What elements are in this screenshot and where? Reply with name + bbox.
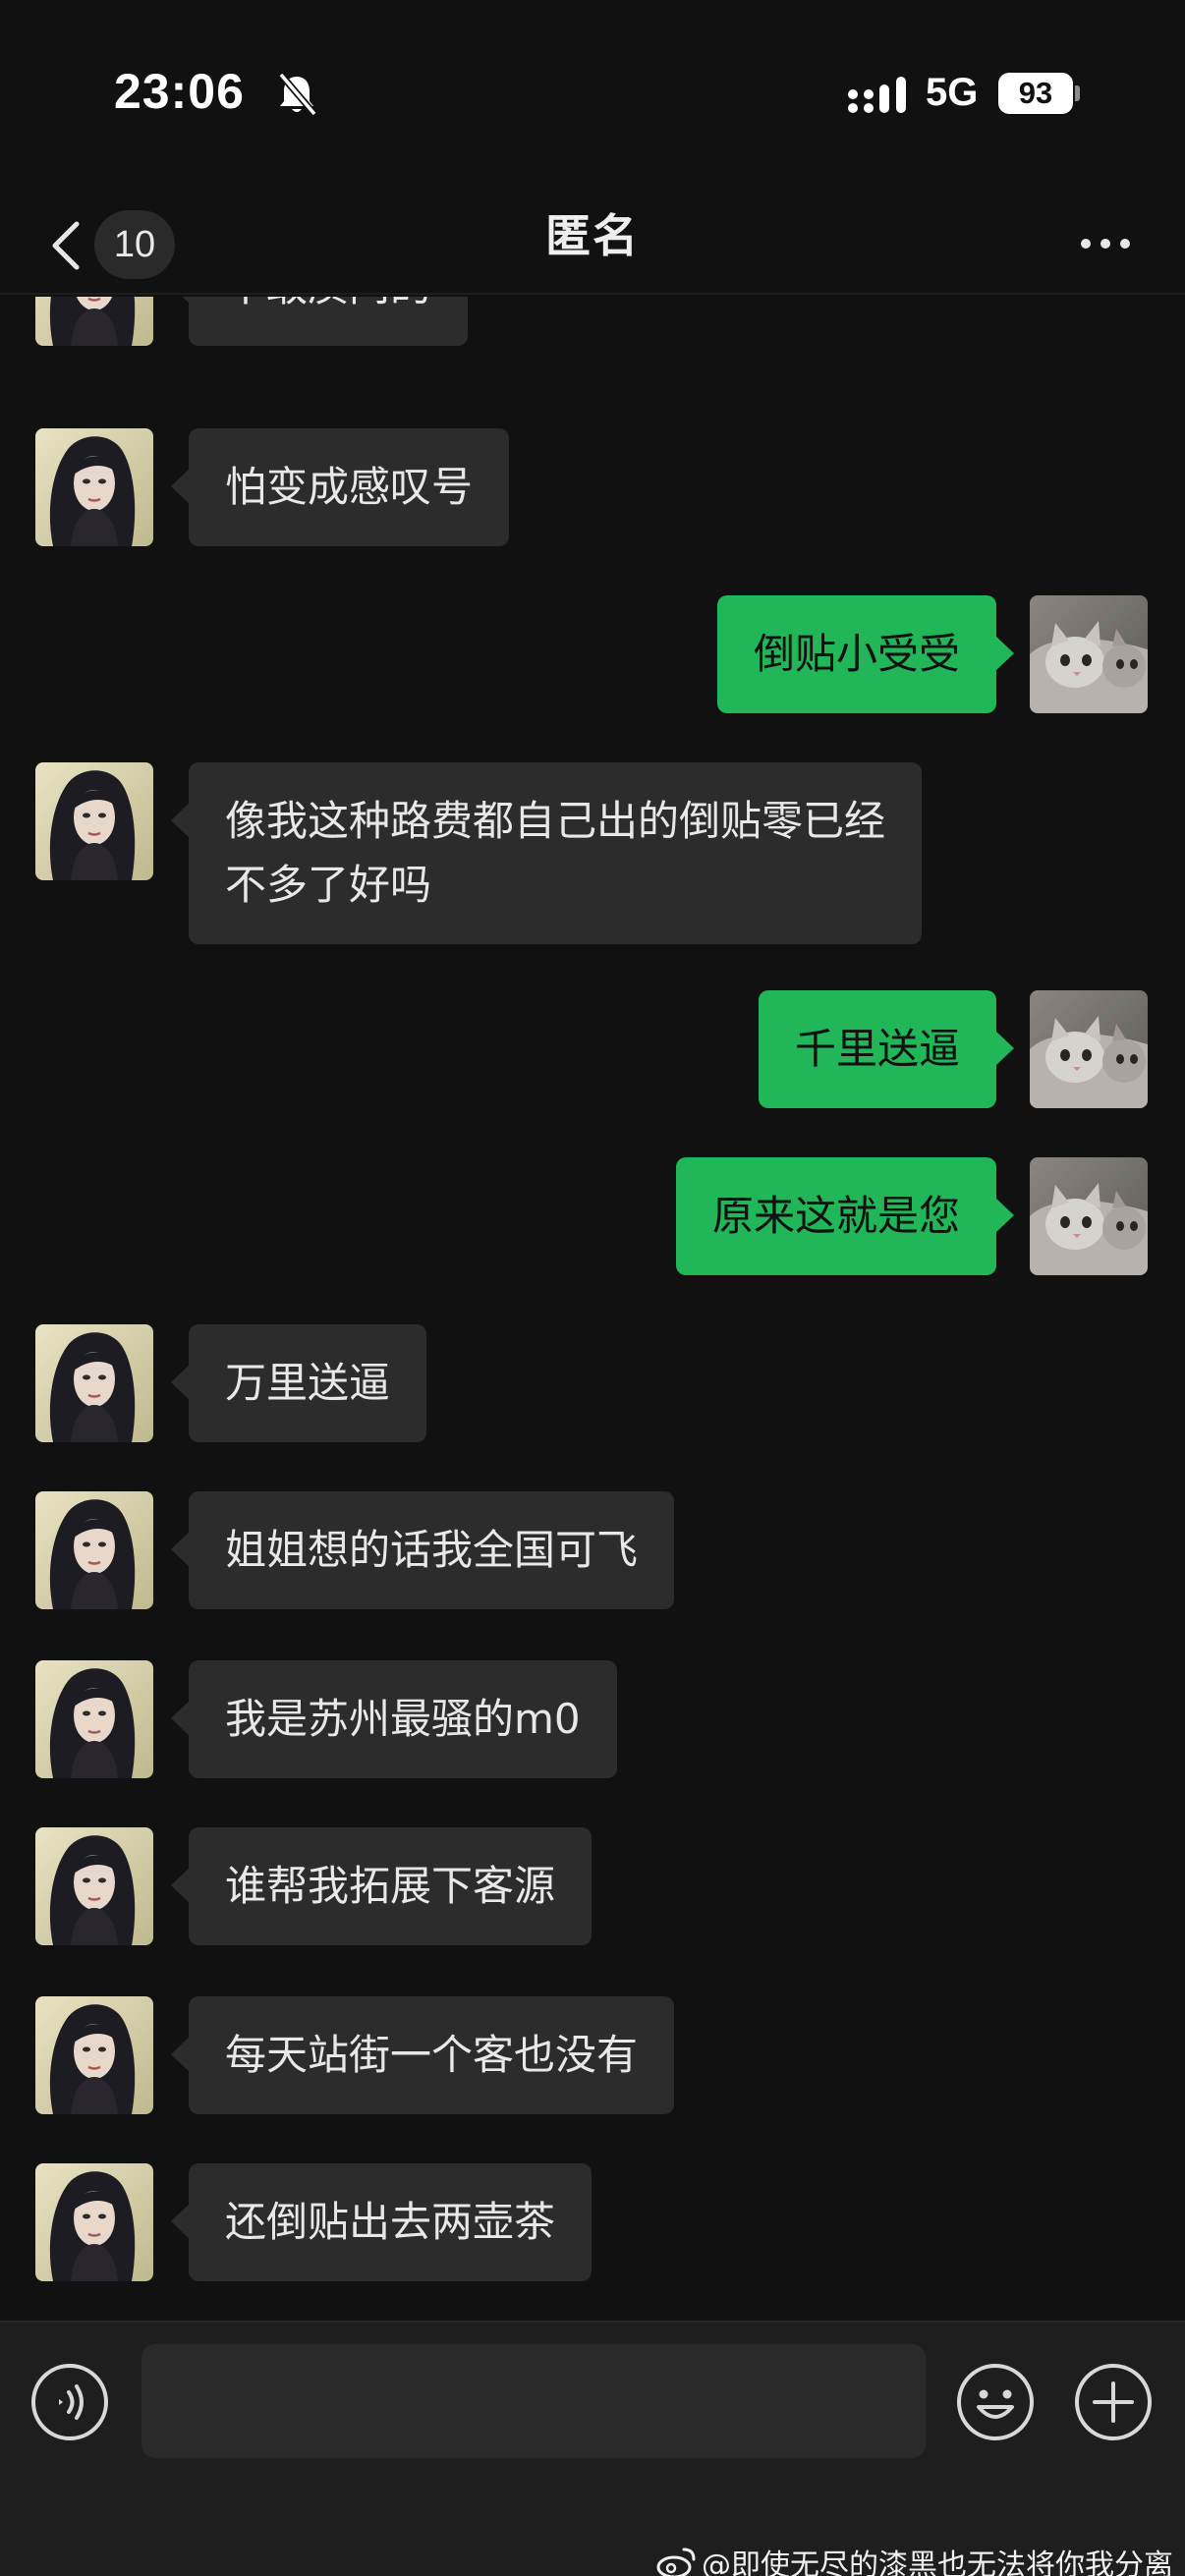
- outgoing-message-bubble[interactable]: 千里送逼: [758, 990, 1015, 1108]
- contact-avatar[interactable]: [35, 2163, 153, 2281]
- contact-avatar[interactable]: [35, 297, 153, 346]
- contact-avatar[interactable]: [35, 1827, 153, 1945]
- watermark: @即使无尽的漆黑也无法将你我分离: [656, 2541, 1173, 2576]
- voice-input-button[interactable]: [29, 2362, 110, 2442]
- contact-avatar[interactable]: [35, 1996, 153, 2114]
- incoming-message-bubble[interactable]: 我是苏州最骚的m0: [171, 1660, 617, 1778]
- incoming-message-bubble[interactable]: 还倒贴出去两壶茶: [170, 2163, 592, 2281]
- weibo-icon: [656, 2548, 696, 2576]
- status-time: 23:06: [114, 64, 245, 119]
- bell-off-icon: [278, 72, 317, 117]
- self-avatar[interactable]: [1030, 1157, 1148, 1275]
- incoming-message-bubble[interactable]: 像我这种路费都自己出的倒贴零已经 不多了好吗: [170, 762, 923, 944]
- incoming-message-bubble[interactable]: 每天站街一个客也没有: [170, 1996, 675, 2114]
- status-bar: 23:06 5G 93: [0, 0, 1185, 187]
- emoji-button[interactable]: [955, 2362, 1036, 2442]
- incoming-message-bubble[interactable]: 万里送逼: [170, 1324, 427, 1442]
- battery-indicator: 93: [998, 73, 1080, 114]
- incoming-message-bubble[interactable]: 谁帮我拓展下客源: [170, 1827, 592, 1945]
- message-input[interactable]: [141, 2344, 926, 2458]
- outgoing-message-bubble[interactable]: 倒贴小受受: [716, 595, 1015, 713]
- self-avatar[interactable]: [1030, 990, 1148, 1108]
- contact-avatar[interactable]: [35, 1491, 153, 1609]
- signal-icon: [848, 77, 906, 113]
- incoming-message-bubble[interactable]: 怕变成感叹号: [170, 428, 510, 546]
- contact-avatar[interactable]: [35, 762, 153, 880]
- more-options-button[interactable]: [1071, 212, 1140, 271]
- more-dot-icon: [1081, 239, 1091, 249]
- contact-avatar[interactable]: [35, 1660, 153, 1778]
- contact-avatar[interactable]: [35, 1324, 153, 1442]
- outgoing-message-bubble[interactable]: 原来这就是您: [675, 1157, 1015, 1275]
- chat-title: 匿名: [545, 209, 640, 262]
- more-actions-plus-button[interactable]: [1073, 2362, 1154, 2442]
- chat-screen: 23:06 5G 93 10 匿名 怕变成感叹号 倒贴小受受 像我这种路费都自己…: [0, 0, 1185, 2576]
- more-dot-icon: [1120, 239, 1130, 249]
- network-label: 5G: [926, 71, 979, 114]
- self-avatar[interactable]: [1030, 595, 1148, 713]
- more-dot-icon: [1100, 239, 1110, 249]
- incoming-message-bubble[interactable]: 姐姐想的话我全国可飞: [170, 1491, 675, 1609]
- battery-level: 93: [998, 73, 1073, 114]
- incoming-message-bubble[interactable]: 不敢质问的: [170, 297, 469, 346]
- message-list[interactable]: 不敢质问的 怕变成感叹号 倒贴小受受 像我这种路费都自己出的倒贴零已经 不多了好…: [0, 297, 1185, 2321]
- input-bar: @即使无尽的漆黑也无法将你我分离: [0, 2321, 1185, 2576]
- contact-avatar[interactable]: [35, 428, 153, 546]
- watermark-text: @即使无尽的漆黑也无法将你我分离: [702, 2548, 1173, 2576]
- nav-bar: 10 匿名: [0, 187, 1185, 295]
- battery-tip: [1075, 85, 1080, 101]
